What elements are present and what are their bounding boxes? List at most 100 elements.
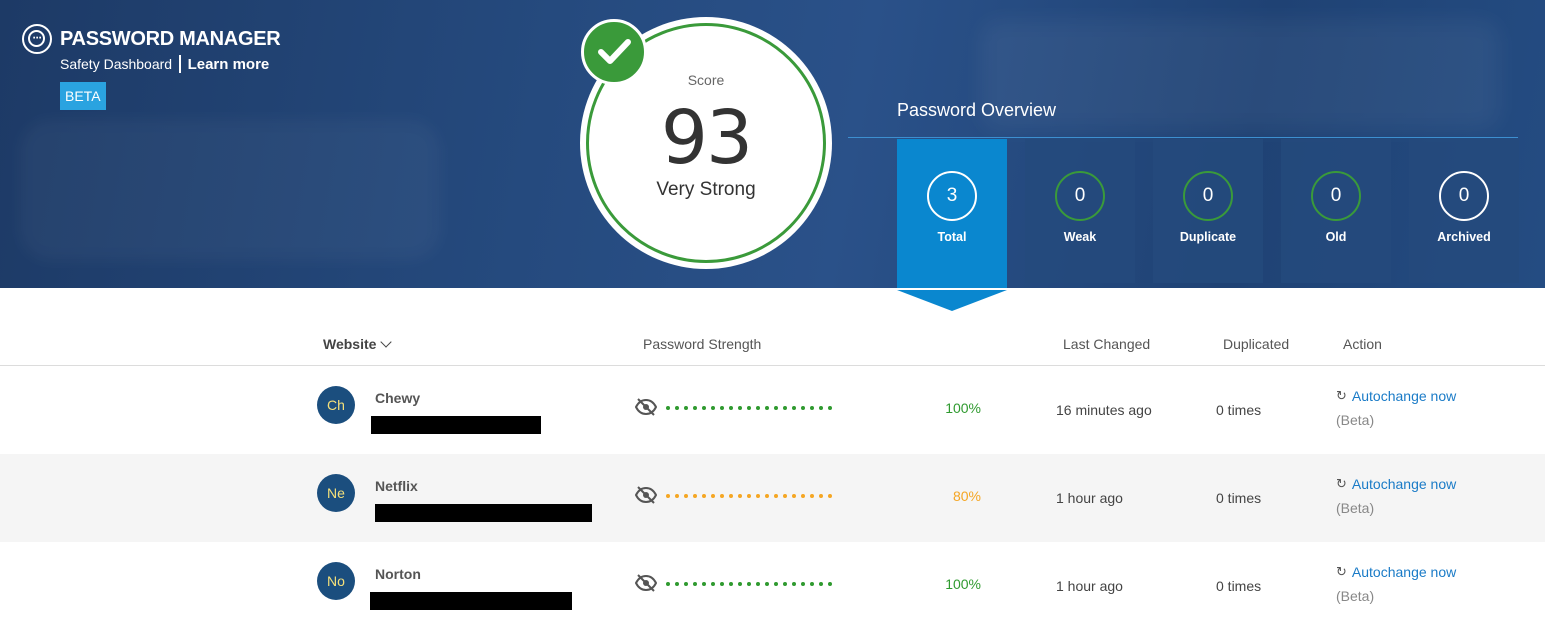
refresh-icon: ↻ [1336, 564, 1347, 579]
masked-password-dot [819, 582, 823, 586]
beta-note: (Beta) [1336, 588, 1375, 604]
divider [179, 55, 181, 73]
avatar: No [317, 562, 355, 600]
last-changed-header: Last Changed [1063, 336, 1151, 352]
masked-password-dot [819, 406, 823, 410]
masked-password-dot [666, 406, 670, 410]
redacted-username [370, 592, 572, 610]
last-changed: 1 hour ago [1056, 578, 1123, 594]
beta-note: (Beta) [1336, 412, 1375, 428]
site-name: Chewy [375, 390, 421, 406]
refresh-icon: ↻ [1336, 388, 1347, 403]
masked-password-dot [765, 406, 769, 410]
score-value: 93 [660, 95, 753, 181]
table-row[interactable]: No Norton 100% 1 hour ago 0 times ↻ Autoc… [0, 542, 1545, 630]
count-circle: 0 [1183, 171, 1233, 221]
autochange-label: Autochange now [1351, 388, 1457, 404]
masked-password-dot [828, 494, 832, 498]
brand-subtitle: Safety Dashboard Learn more [60, 55, 269, 73]
masked-password-dot [765, 494, 769, 498]
masked-password-dot [756, 406, 760, 410]
beta-badge: BETA [60, 82, 106, 110]
masked-password-dot [828, 582, 832, 586]
strength-dots [666, 582, 837, 586]
last-changed: 1 hour ago [1056, 490, 1123, 506]
eye-slash-icon[interactable] [634, 486, 658, 509]
overview-card-duplicate[interactable]: 0 Duplicate [1153, 139, 1263, 283]
refresh-icon: ↻ [1336, 476, 1347, 491]
avatar: Ne [317, 474, 355, 512]
masked-password-dot [693, 582, 697, 586]
autochange-link[interactable]: ↻ Autochange now [1336, 476, 1456, 492]
masked-password-dot [702, 582, 706, 586]
masked-password-dot [738, 582, 742, 586]
masked-password-dot [675, 494, 679, 498]
autochange-link[interactable]: ↻ Autochange now [1336, 388, 1456, 404]
overview-label: Archived [1437, 230, 1491, 244]
masked-password-dot [810, 406, 814, 410]
duplicated-count: 0 times [1216, 490, 1262, 506]
duplicated-count: 0 times [1216, 578, 1262, 594]
eye-slash-icon[interactable] [634, 574, 658, 597]
masked-password-dot [756, 582, 760, 586]
masked-password-dot [702, 406, 706, 410]
masked-password-dot [729, 494, 733, 498]
masked-password-dot [747, 494, 751, 498]
masked-password-dot [666, 582, 670, 586]
dashboard-label: Safety Dashboard [60, 56, 173, 72]
table-row[interactable]: Ch Chewy 100% 16 minutes ago 0 times ↻ Au… [0, 366, 1545, 454]
count-circle: 3 [927, 171, 977, 221]
background-blur [980, 20, 1500, 130]
masked-password-dot [711, 494, 715, 498]
last-changed: 16 minutes ago [1056, 402, 1152, 418]
masked-password-dot [801, 494, 805, 498]
overview-card-archived[interactable]: 0 Archived [1409, 139, 1519, 283]
overview-card-old[interactable]: 0 Old [1281, 139, 1391, 283]
duplicated-count: 0 times [1216, 402, 1262, 418]
masked-password-dot [693, 494, 697, 498]
eye-slash-icon[interactable] [634, 398, 658, 421]
active-card-pointer [897, 290, 1007, 311]
count-circle: 0 [1439, 171, 1489, 221]
masked-password-dot [684, 582, 688, 586]
overview-label: Total [937, 230, 967, 244]
masked-password-dot [666, 494, 670, 498]
masked-password-dot [729, 406, 733, 410]
count-circle: 0 [1311, 171, 1361, 221]
masked-password-dot [675, 582, 679, 586]
strength-dots [666, 494, 837, 498]
site-name: Norton [375, 566, 421, 582]
score-rating: Very Strong [656, 179, 756, 200]
sort-website[interactable]: Website [323, 336, 393, 352]
autochange-label: Autochange now [1351, 476, 1457, 492]
brand: PASSWORD MANAGER [22, 24, 281, 54]
masked-password-dot [675, 406, 679, 410]
beta-note: (Beta) [1336, 500, 1375, 516]
masked-password-dot [720, 494, 724, 498]
count-circle: 0 [1055, 171, 1105, 221]
masked-password-dot [684, 406, 688, 410]
masked-password-dot [783, 406, 787, 410]
masked-password-dot [819, 494, 823, 498]
masked-password-dot [765, 582, 769, 586]
table-row[interactable]: Ne Netflix 80% 1 hour ago 0 times ↻ Autoc… [0, 454, 1545, 542]
masked-password-dot [792, 406, 796, 410]
checkmark-icon [581, 19, 647, 85]
masked-password-dot [711, 406, 715, 410]
website-header: Website [323, 336, 377, 352]
overview-card-total[interactable]: 3 Total [897, 139, 1007, 288]
password-strength-header: Password Strength [643, 336, 762, 352]
site-name: Netflix [375, 478, 418, 494]
overview-card-weak[interactable]: 0 Weak [1025, 139, 1135, 283]
masked-password-dot [792, 494, 796, 498]
overview-label: Old [1325, 230, 1347, 244]
masked-password-dot [810, 582, 814, 586]
masked-password-dot [828, 406, 832, 410]
masked-password-dot [747, 582, 751, 586]
masked-password-dot [684, 494, 688, 498]
autochange-link[interactable]: ↻ Autochange now [1336, 564, 1456, 580]
learn-more-link[interactable]: Learn more [188, 56, 270, 73]
strength-dots [666, 406, 837, 410]
masked-password-dot [693, 406, 697, 410]
masked-password-dot [801, 582, 805, 586]
